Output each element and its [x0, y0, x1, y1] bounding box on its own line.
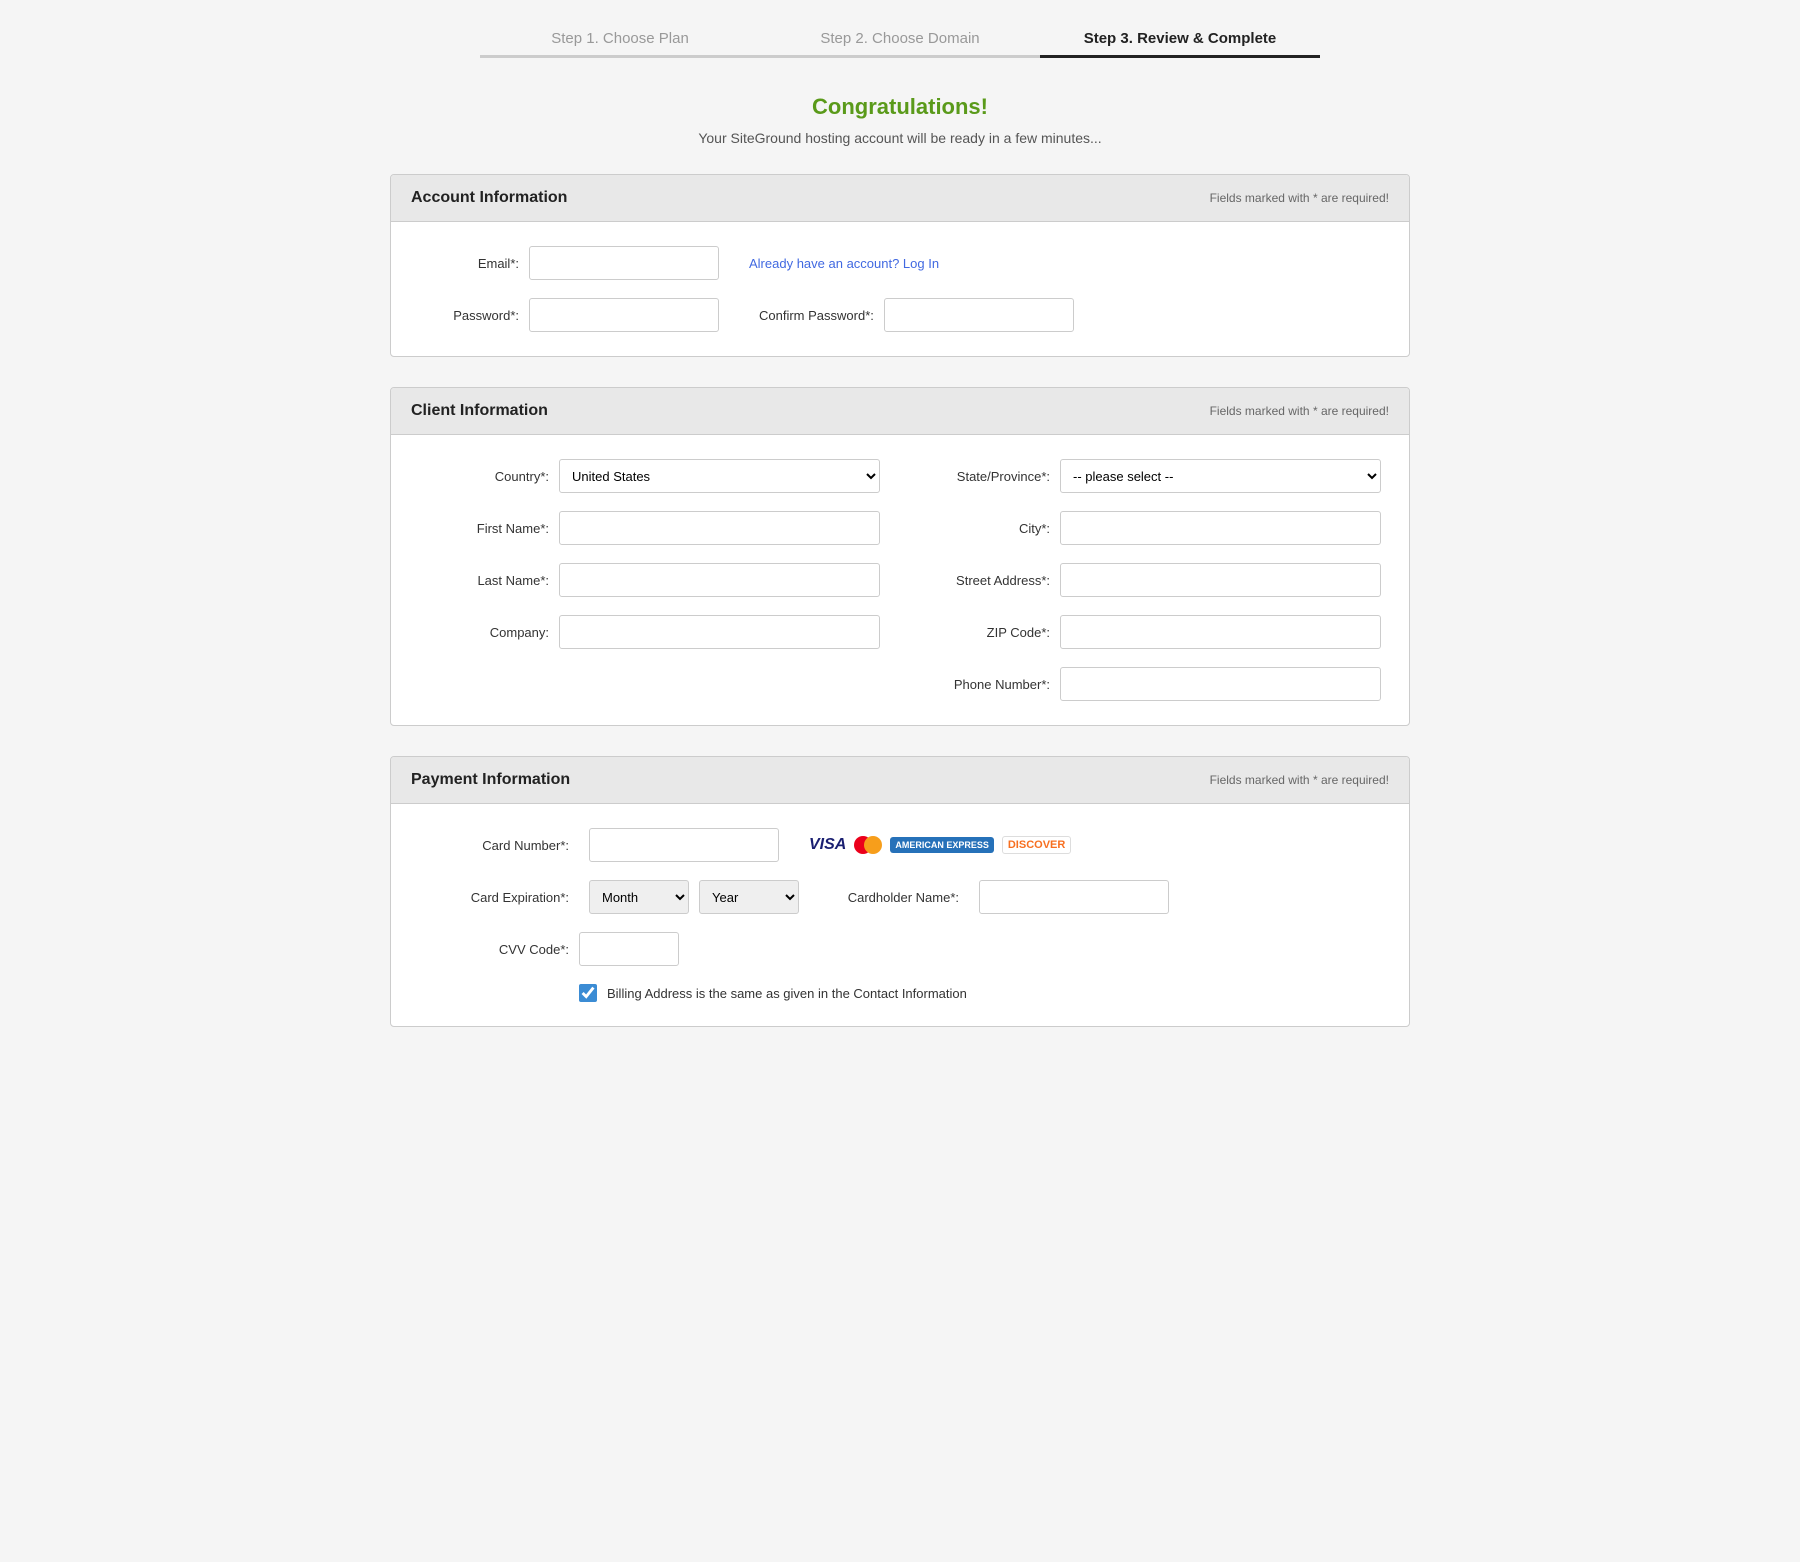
mc-orange-circle [864, 836, 882, 854]
state-select[interactable]: -- please select -- [1060, 459, 1381, 493]
card-expiration-label: Card Expiration*: [419, 890, 569, 905]
step-3-bar [1040, 55, 1320, 58]
account-email-row: Email*: Already have an account? Log In [419, 246, 1381, 280]
expiry-selects: Month 01020304 05060708 09101112 Year 20… [589, 880, 799, 914]
street-field-group: Street Address*: [920, 563, 1381, 597]
zip-field-group: ZIP Code*: [920, 615, 1381, 649]
payment-required-note: Fields marked with * are required! [1210, 773, 1389, 787]
step-3[interactable]: Step 3. Review & Complete [1040, 30, 1320, 58]
first-name-input[interactable] [559, 511, 880, 545]
step-2-bar [760, 55, 1040, 58]
password-input[interactable] [529, 298, 719, 332]
cardholder-field-group [979, 880, 1169, 914]
password-label: Password*: [419, 308, 519, 323]
country-field-group: Country*: United States Canada United Ki… [419, 459, 880, 493]
last-name-input[interactable] [559, 563, 880, 597]
cardholder-label: Cardholder Name*: [819, 890, 959, 905]
account-body: Email*: Already have an account? Log In … [391, 222, 1409, 356]
confirm-password-field-group: Confirm Password*: [759, 298, 1074, 332]
account-section: Account Information Fields marked with *… [390, 174, 1410, 357]
account-password-row: Password*: Confirm Password*: [419, 298, 1381, 332]
state-field-group: State/Province*: -- please select -- [920, 459, 1381, 493]
discover-logo: DISCOVER [1002, 836, 1071, 854]
street-label: Street Address*: [920, 573, 1050, 588]
year-select[interactable]: Year 202420252026 2027202820292030 [699, 880, 799, 914]
payment-body: Card Number*: VISA AMERICAN EXPRESS DISC… [391, 804, 1409, 1026]
client-body: Country*: United States Canada United Ki… [391, 435, 1409, 725]
congrats-title: Congratulations! [390, 94, 1410, 120]
client-required-note: Fields marked with * are required! [1210, 404, 1389, 418]
email-field-group: Email*: [419, 246, 719, 280]
client-grid: Country*: United States Canada United Ki… [419, 459, 1381, 701]
country-label: Country*: [419, 469, 549, 484]
step-2-label: Step 2. Choose Domain [820, 30, 979, 55]
card-logos: VISA AMERICAN EXPRESS DISCOVER [809, 836, 1071, 854]
company-input[interactable] [559, 615, 880, 649]
zip-input[interactable] [1060, 615, 1381, 649]
payment-title: Payment Information [411, 771, 570, 789]
cardholder-input[interactable] [979, 880, 1169, 914]
confirm-password-input[interactable] [884, 298, 1074, 332]
step-1-label: Step 1. Choose Plan [551, 30, 689, 55]
account-title: Account Information [411, 189, 567, 207]
confirm-password-label: Confirm Password*: [759, 308, 874, 323]
card-number-row: Card Number*: VISA AMERICAN EXPRESS DISC… [419, 828, 1381, 862]
state-label: State/Province*: [920, 469, 1050, 484]
step-1-bar [480, 55, 760, 58]
phone-field-group: Phone Number*: [920, 667, 1381, 701]
last-name-field-group: Last Name*: [419, 563, 880, 597]
email-label: Email*: [419, 256, 519, 271]
account-header: Account Information Fields marked with *… [391, 175, 1409, 222]
client-title: Client Information [411, 402, 548, 420]
company-field-group: Company: [419, 615, 880, 649]
street-input[interactable] [1060, 563, 1381, 597]
last-name-label: Last Name*: [419, 573, 549, 588]
card-number-field-group [589, 828, 779, 862]
city-input[interactable] [1060, 511, 1381, 545]
password-field-group: Password*: [419, 298, 719, 332]
client-header: Client Information Fields marked with * … [391, 388, 1409, 435]
step-3-label: Step 3. Review & Complete [1084, 30, 1277, 55]
country-select[interactable]: United States Canada United Kingdom Aust… [559, 459, 880, 493]
already-have-account-link[interactable]: Already have an account? Log In [749, 256, 939, 271]
visa-logo: VISA [809, 836, 846, 854]
month-select[interactable]: Month 01020304 05060708 09101112 [589, 880, 689, 914]
phone-input[interactable] [1060, 667, 1381, 701]
company-label: Company: [419, 625, 549, 640]
billing-checkbox-row: Billing Address is the same as given in … [579, 984, 1381, 1002]
amex-logo: AMERICAN EXPRESS [890, 837, 994, 853]
first-name-label: First Name*: [419, 521, 549, 536]
city-field-group: City*: [920, 511, 1381, 545]
billing-checkbox-label: Billing Address is the same as given in … [607, 986, 967, 1001]
zip-label: ZIP Code*: [920, 625, 1050, 640]
billing-same-checkbox[interactable] [579, 984, 597, 1002]
payment-header: Payment Information Fields marked with *… [391, 757, 1409, 804]
cvv-input[interactable] [579, 932, 679, 966]
congrats-subtitle: Your SiteGround hosting account will be … [390, 130, 1410, 146]
payment-section: Payment Information Fields marked with *… [390, 756, 1410, 1027]
account-required-note: Fields marked with * are required! [1210, 191, 1389, 205]
email-input[interactable] [529, 246, 719, 280]
first-name-field-group: First Name*: [419, 511, 880, 545]
congrats-section: Congratulations! Your SiteGround hosting… [390, 94, 1410, 146]
phone-label: Phone Number*: [920, 677, 1050, 692]
step-2[interactable]: Step 2. Choose Domain [760, 30, 1040, 58]
city-label: City*: [920, 521, 1050, 536]
step-1[interactable]: Step 1. Choose Plan [480, 30, 760, 58]
card-number-label: Card Number*: [419, 838, 569, 853]
cvv-label: CVV Code*: [419, 942, 569, 957]
stepper: Step 1. Choose Plan Step 2. Choose Domai… [390, 20, 1410, 58]
client-section: Client Information Fields marked with * … [390, 387, 1410, 726]
cvv-row: CVV Code*: [419, 932, 1381, 966]
mastercard-logo [854, 836, 882, 854]
card-number-input[interactable] [589, 828, 779, 862]
card-expiration-row: Card Expiration*: Month 01020304 0506070… [419, 880, 1381, 914]
